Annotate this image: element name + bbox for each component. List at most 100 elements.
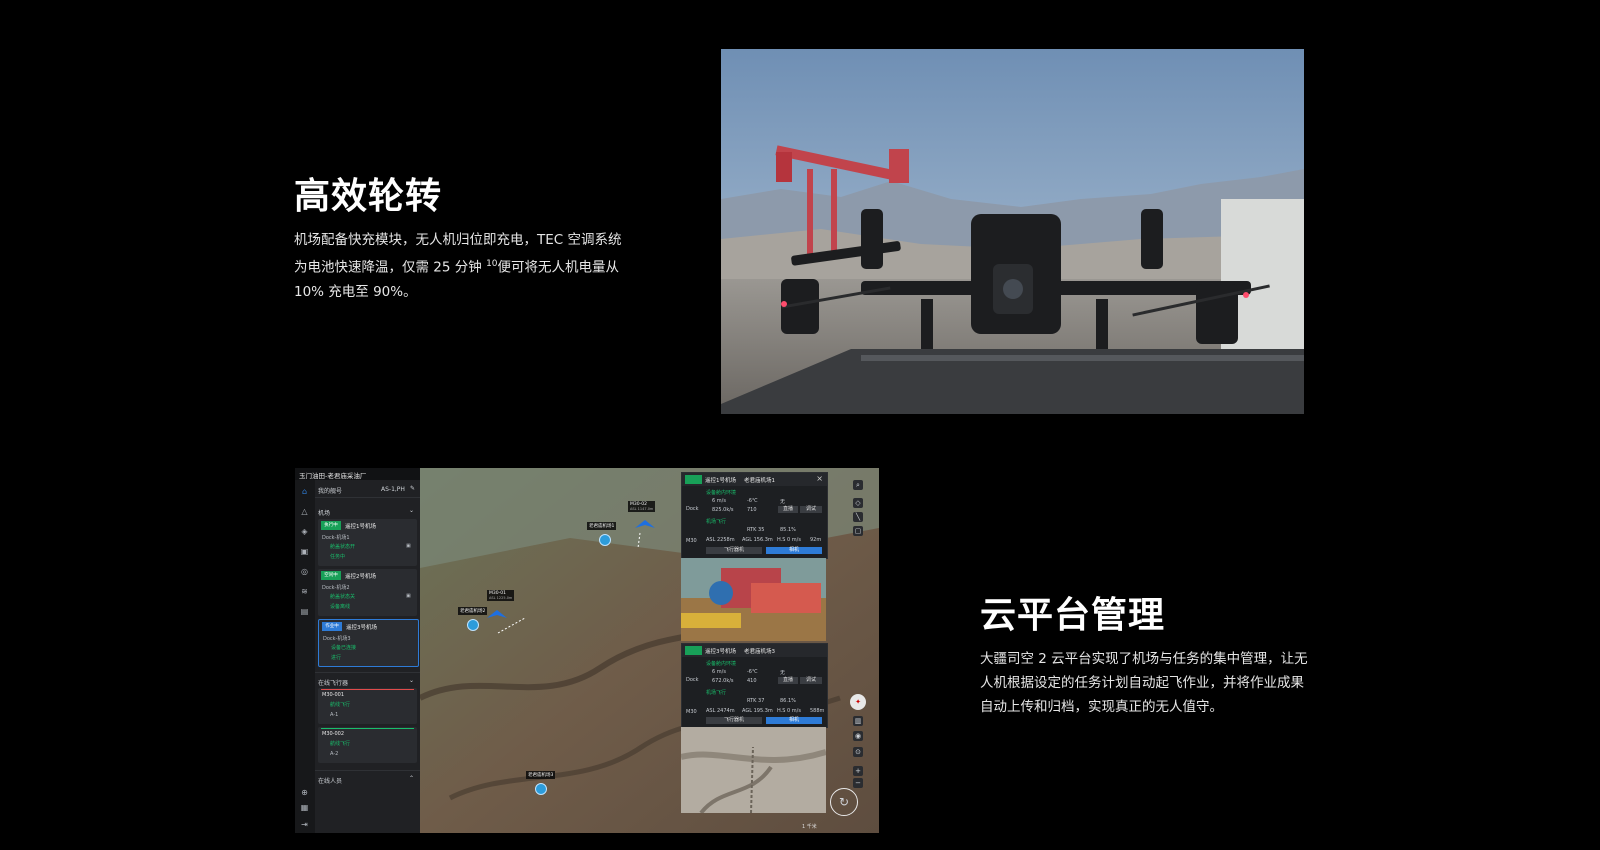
dock-card-selected[interactable]: 作业中 遥控3号机场 Dock-机场3 设备已连接 进行: [318, 619, 419, 667]
aircraft-map-label[interactable]: M30-02 ASL 1147.0m: [628, 501, 656, 512]
chevron-down-icon[interactable]: ⌄: [409, 507, 414, 514]
flighthub-screenshot: 玉门油田-老君庙采油厂 ⌂ △ ◈ ▣ ◎ ≋ ▤ ⊕ ▦ ⇥ 我的舰号 AS-…: [295, 468, 879, 833]
route-icon[interactable]: ≋: [300, 587, 309, 596]
dock-name: 遥控1号机场: [705, 478, 736, 484]
storage: 410: [747, 678, 757, 684]
aircraft-name: Dock-机场2: [322, 585, 350, 591]
aircraft-status: 航线飞行: [330, 741, 351, 747]
footnote-ref[interactable]: 10: [486, 259, 497, 269]
dock-card[interactable]: 空闲中 遥控2号机场 Dock-机场2 舱盖状态关 设备离线 ▣: [318, 569, 417, 616]
project-title[interactable]: 玉门油田-老君庙采油厂: [299, 470, 366, 480]
dock-pin[interactable]: [535, 783, 547, 795]
model-icon[interactable]: ◎: [300, 567, 309, 576]
telemetry-header: 遥控1号机场 老君庙机场1 ×: [682, 473, 827, 486]
plan-icon[interactable]: ▤: [300, 607, 309, 616]
layers-icon[interactable]: ◈: [300, 527, 309, 536]
live-icon[interactable]: ▣: [406, 543, 411, 549]
search-icon[interactable]: ⌕: [853, 480, 863, 490]
online-people-title[interactable]: 在线人员: [318, 776, 342, 785]
3d-toggle-icon[interactable]: ▥: [853, 716, 863, 726]
line-tool-icon[interactable]: ╲: [853, 512, 863, 522]
dock-extra: 进行: [331, 655, 342, 661]
rainfall: 无: [780, 499, 786, 505]
locate-icon[interactable]: ◉: [853, 731, 863, 741]
close-icon[interactable]: ×: [816, 474, 823, 483]
dock-pin[interactable]: [599, 534, 611, 546]
target-icon[interactable]: ⊙: [853, 747, 863, 757]
dock-map-label[interactable]: 老君庙机场2: [458, 607, 488, 615]
aircraft-status: 航线飞行: [330, 702, 351, 708]
dock-telemetry-card[interactable]: 遥控3号机场 老君庙机场3 Dock 设备舱内环境 6 m/s -6℃ 无 67…: [681, 643, 828, 728]
drone-on-dock-photo: [721, 49, 1304, 414]
chevron-up-icon[interactable]: ⌃: [409, 775, 414, 782]
settings-icon[interactable]: ▦: [300, 803, 309, 812]
online-aircraft-title[interactable]: 在线飞行器: [318, 678, 348, 687]
battery-level: 85.1%: [780, 527, 796, 533]
dock-pin[interactable]: [467, 619, 479, 631]
debug-button[interactable]: 调试: [800, 506, 822, 513]
dock-status: 设备已连接: [331, 645, 357, 651]
aircraft-name: M30-002: [322, 731, 345, 737]
aircraft-label: M30: [686, 538, 697, 544]
altitude-asl: ASL 2258m: [706, 537, 735, 543]
help-icon[interactable]: ⊕: [300, 788, 309, 797]
compass-icon[interactable]: ✦: [850, 694, 866, 710]
dock-telemetry-card[interactable]: 遥控1号机场 老君庙机场1 × Dock 设备舱内环境 6 m/s -6℃ 无 …: [681, 472, 828, 559]
status-badge: [685, 475, 702, 484]
status-badge: 执行中: [321, 521, 341, 530]
section-label: 设备舱内环境: [706, 490, 737, 496]
refresh-icon[interactable]: ↻: [830, 788, 858, 816]
media-icon[interactable]: ▣: [300, 547, 309, 556]
aircraft-name: Dock-机场1: [322, 535, 350, 541]
debug-button[interactable]: 调试: [800, 677, 822, 684]
chevron-down-icon[interactable]: ⌄: [409, 677, 414, 684]
section-title-cloud-platform: 云平台管理: [980, 595, 1166, 636]
live-button[interactable]: 直播: [778, 677, 798, 684]
aircraft-card[interactable]: M30-002 航线飞行 A-2: [318, 727, 417, 763]
rtk-status: RTK 35: [747, 527, 765, 533]
live-button[interactable]: 直播: [778, 506, 798, 513]
aircraft-control-button[interactable]: 飞行器机: [706, 717, 762, 724]
aircraft-control-button[interactable]: 飞行器机: [706, 547, 762, 554]
divider: [315, 497, 420, 498]
telemetry-header: 遥控3号机场 老君庙机场3: [682, 644, 827, 657]
live-video-feed[interactable]: [681, 558, 826, 641]
dock-name: 遥控3号机场: [705, 649, 736, 655]
exit-icon[interactable]: ⇥: [300, 820, 309, 829]
pilot-name: A-2: [330, 751, 339, 757]
dock-map-label[interactable]: 老君庙机场3: [526, 771, 556, 779]
desc-line: 10% 充电至 90%。: [294, 283, 417, 300]
zoom-in-icon[interactable]: +: [853, 766, 863, 776]
project-icon[interactable]: ⌂: [300, 487, 309, 496]
camera-button[interactable]: 相机: [766, 547, 822, 554]
area-tool-icon[interactable]: ▢: [853, 526, 863, 536]
project-header: 玉门油田-老君庙采油厂: [295, 468, 420, 480]
3d-terrain-map[interactable]: M30-02 ASL 1147.0m M30-01 ASL 1225.0m 老君庙机…: [418, 468, 879, 833]
dock-card[interactable]: 执行中 遥控1号机场 Dock-机场1 舱盖状态开 任务中 ▣: [318, 519, 417, 566]
temperature: -6℃: [747, 498, 758, 504]
dock-map-label[interactable]: 老君庙机场1: [587, 522, 617, 530]
pin-tool-icon[interactable]: ◇: [853, 498, 863, 508]
device-panel: 我的舰号 AS-1,PH ✎ 机场 ⌄ 执行中 遥控1号机场 Dock-机场1 …: [315, 480, 420, 833]
desc-line: 便可将无人机电量从: [497, 259, 620, 276]
warning-icon[interactable]: △: [300, 507, 309, 516]
status-badge: [685, 646, 702, 655]
my-team-label: 我的舰号: [318, 488, 343, 495]
live-icon[interactable]: ▣: [406, 593, 411, 599]
aircraft-map-label[interactable]: M30-01 ASL 1225.0m: [487, 590, 515, 601]
section-description-cloud-platform: 大疆司空 2 云平台实现了机场与任务的集中管理，让无 人机根据设定的任务计划自动…: [980, 647, 1308, 719]
edit-icon[interactable]: ✎: [410, 485, 415, 492]
status-badge: 空闲中: [321, 571, 341, 580]
aircraft-card[interactable]: M30-001 航线飞行 A-1: [318, 688, 417, 724]
dock-name: 遥控2号机场: [345, 574, 376, 580]
section-description-efficiency: 机场配备快充模块，无人机归位即充电，TEC 空调系统 为电池快速降温，仅需 25…: [294, 228, 622, 304]
team-id[interactable]: AS-1,PH: [381, 486, 405, 493]
dock-status: 舱盖状态关: [330, 594, 356, 600]
divider: [315, 770, 420, 771]
live-video-feed[interactable]: [681, 727, 826, 813]
dock-section-title[interactable]: 机场: [318, 508, 330, 517]
camera-button[interactable]: 相机: [766, 717, 822, 724]
aircraft-label: M30: [686, 709, 697, 715]
zoom-out-icon[interactable]: −: [853, 778, 863, 788]
status-badge: 作业中: [322, 622, 342, 631]
